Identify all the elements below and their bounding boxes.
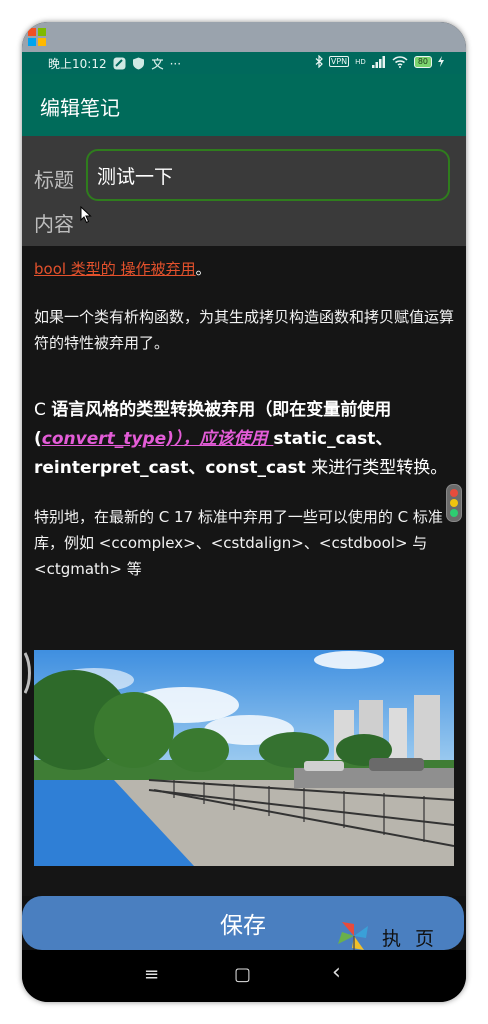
shield-icon <box>132 57 144 70</box>
paragraph-3: C 语言风格的类型转换被弃用（即在变量前使用 (convert_type)），应… <box>34 396 454 483</box>
vpn-icon: VPN <box>328 56 350 67</box>
page-title: 编辑笔记 <box>40 96 120 120</box>
paragraph-1: bool 类型的 操作被弃用。 <box>34 256 454 282</box>
more-notifications-icon: ··· <box>169 56 182 71</box>
street-photo <box>34 650 454 866</box>
title-label: 标题 <box>34 168 74 192</box>
content-label: 内容 <box>34 212 74 236</box>
floating-window-control[interactable] <box>446 484 462 522</box>
note-form: 标题 内容 <box>22 136 466 246</box>
battery-icon: 80 <box>413 55 432 68</box>
wifi-icon <box>392 55 408 68</box>
translate-icon <box>151 58 163 70</box>
bluetooth-icon <box>315 55 323 68</box>
convert-type-link[interactable]: convert_type)），应该使用 <box>42 429 274 449</box>
menu-icon[interactable]: ≡ <box>144 964 159 985</box>
mouse-cursor-icon <box>80 206 92 224</box>
paragraph-2: 如果一个类有析构函数，为其生成拷贝构造函数和拷贝赋值运算符的特性被弃用了。 <box>34 308 455 352</box>
status-time: 晚上10:12 <box>48 57 107 71</box>
signal-type-label: HD <box>355 57 366 66</box>
watermark-text: 执 页 <box>382 928 439 950</box>
content-editor[interactable]: bool 类型的 操作被弃用。 如果一个类有析构函数，为其生成拷贝构造函数和拷贝… <box>22 246 466 896</box>
window-titlebar <box>22 22 466 52</box>
status-bar: 晚上10:12 ··· VPN HD 80 <box>22 52 466 74</box>
charging-icon <box>438 56 444 67</box>
paragraph-4: 特别地，在最新的 C 17 标准中弃用了一些可以使用的 C 标准库，例如 <cc… <box>34 508 443 578</box>
paragraph-3-prefix: C <box>34 400 52 420</box>
app-notification-icon <box>113 57 126 70</box>
paragraph-1-end: 。 <box>195 260 211 278</box>
back-icon[interactable]: ‹ <box>332 960 341 985</box>
paragraph-3-suffix: 来进行类型转换。 <box>305 458 448 478</box>
battery-level: 80 <box>417 56 428 66</box>
bool-link[interactable]: bool 类型的 操作被弃用 <box>34 260 196 278</box>
windows-logo-icon <box>28 28 46 46</box>
home-icon[interactable]: ▢ <box>234 964 251 985</box>
phone-screen: 晚上10:12 ··· VPN HD 80 编辑笔记 标题 内容 bool 类型… <box>22 22 466 1002</box>
side-drawer-handle[interactable] <box>23 652 32 694</box>
signal-icon <box>371 55 385 68</box>
app-toolbar: 编辑笔记 <box>22 74 466 136</box>
title-input[interactable] <box>86 149 450 201</box>
system-nav-bar: ≡ ▢ ‹ <box>22 950 466 1002</box>
